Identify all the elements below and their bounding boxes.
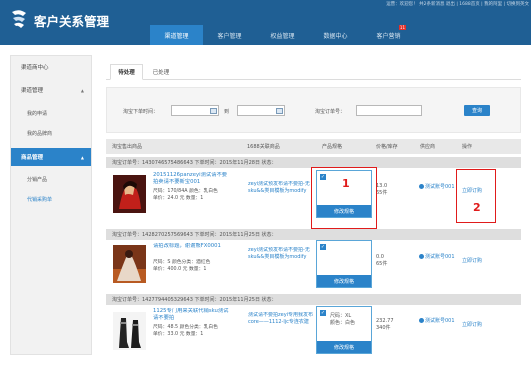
sidebar-item-center[interactable]: 渠道商中心: [11, 58, 91, 76]
supplier-link[interactable]: 测试账号001: [419, 318, 455, 325]
checkbox-checked-icon[interactable]: ✓: [320, 310, 326, 316]
product-title-link[interactable]: 20151126panzeyi测试请不要拍卖请不要新宝001: [153, 172, 231, 186]
price-value: 0.0: [376, 254, 384, 260]
collapse-arrow-icon: ▲: [80, 87, 84, 93]
collapse-arrow-icon: ▲: [80, 154, 84, 160]
checkbox-checked-icon[interactable]: ✓: [320, 244, 326, 250]
column-header-1688-item: 1688关联商品: [247, 144, 280, 150]
sidebar-section-channel[interactable]: 渠道管理 ▲: [11, 81, 91, 99]
product-title-link[interactable]: 请拍改标题，谢谢熊FX0001: [153, 243, 231, 257]
product-image[interactable]: [113, 312, 146, 350]
stock-value: 65件: [376, 190, 388, 196]
product-size: 尺码：48.5 颜色分类：乳白色: [153, 325, 218, 330]
order-now-link[interactable]: 立即订购: [462, 257, 482, 264]
supplier-link[interactable]: 测试账号001: [419, 254, 455, 261]
price-value: 232.77: [376, 318, 394, 324]
annotation-number-2: 2: [473, 201, 481, 214]
order-number-label: 淘宝订单号：: [315, 109, 346, 115]
end-date-input[interactable]: [237, 105, 285, 116]
nav-item-data-center[interactable]: 数据中心: [309, 25, 362, 45]
sidebar-item-my-apply[interactable]: 我的申请: [11, 106, 91, 120]
filter-panel: 淘宝下单时间： 到 淘宝订单号： 查询: [106, 87, 521, 133]
order-row: 淘宝订单号：1428270257569643 下单时间：2015年11月25日 …: [106, 229, 521, 289]
linked-1688-product-link[interactable]: zeyi测试预发布请不要拍-无sku&&类目模板为modify: [248, 181, 316, 209]
product-unit-price: 单价：400.0 元 数量：1: [153, 267, 207, 272]
modify-spec-button[interactable]: 修改规格: [317, 275, 371, 287]
supplier-icon: [419, 184, 424, 189]
stock-value: 65件: [376, 261, 388, 267]
tab-pending[interactable]: 待处理: [110, 64, 143, 80]
calendar-icon[interactable]: [276, 108, 283, 114]
tab-bar: 待处理 已处理: [106, 64, 521, 80]
order-number-input[interactable]: [356, 105, 422, 116]
sidebar-item-distribution[interactable]: 分销产品: [11, 172, 91, 186]
order-row: 淘宝订单号：1427794405329643 下单时间：2015年11月25日 …: [106, 294, 521, 357]
annotation-box-order: [456, 169, 496, 223]
column-header-spec: 产品规格: [322, 144, 343, 150]
product-unit-price: 单价：33.0 元 数量：1: [153, 332, 204, 337]
nav-item-channel[interactable]: 渠道管理: [150, 25, 203, 45]
column-header-supplier: 供应商: [420, 144, 436, 150]
annotation-number-1: 1: [342, 177, 350, 190]
to-label: 到: [224, 109, 230, 115]
marketing-badge: 11: [398, 25, 406, 30]
product-image[interactable]: [113, 245, 146, 283]
query-button[interactable]: 查询: [464, 105, 490, 116]
column-header-price-stock: 价格/库存: [376, 144, 398, 150]
sidebar: 渠道商中心 渠道管理 ▲ 我的申请 我的品牌商 商品管理 ▲ 分销产品 代销采购单: [10, 55, 92, 355]
table-header: 淘宝售出商品 1688关联商品 产品规格 价格/库存 供应商 操作: [106, 139, 521, 154]
calendar-icon[interactable]: [210, 108, 217, 114]
sidebar-item-my-brands[interactable]: 我的品牌商: [11, 126, 91, 140]
price-value: 13.0: [376, 183, 388, 189]
product-title-link[interactable]: 1125专门用来关联代销sku测试请不要拍: [153, 308, 231, 322]
supplier-icon: [419, 254, 424, 259]
linked-1688-product-link[interactable]: 测试请不要拍zeyi专用我发布core——1112-ljc专连农建: [248, 312, 316, 340]
column-header-action: 操作: [462, 144, 473, 150]
app-logo-icon: [12, 10, 26, 28]
main-nav: 渠道管理 客户管理 权益管理 数据中心 客户营销 11: [150, 25, 415, 45]
product-size: 尺码：S 颜色分类：酒红色: [153, 260, 211, 265]
stock-value: 340件: [376, 325, 391, 331]
order-now-link[interactable]: 立即订购: [462, 321, 482, 328]
modify-spec-button[interactable]: 修改规格: [317, 341, 371, 353]
order-header: 淘宝订单号：1428270257569643 下单时间：2015年11月25日 …: [106, 229, 521, 240]
product-size: 尺码：170/84A 颜色：乳白色: [153, 189, 218, 194]
top-user-info[interactable]: 运营：欢迎您！ 共2条新消息 退出 | 1688首页 | 我的阿里 | 切换到英…: [295, 1, 529, 7]
nav-item-customer[interactable]: 客户管理: [203, 25, 256, 45]
order-time-label: 淘宝下单时间：: [123, 109, 159, 115]
tab-processed[interactable]: 已处理: [146, 64, 176, 80]
main-content: 待处理 已处理 淘宝下单时间： 到 淘宝订单号： 查询 淘宝售出商品 1688关…: [106, 57, 521, 357]
product-image[interactable]: [113, 175, 146, 213]
supplier-icon: [419, 318, 424, 323]
linked-1688-product-link[interactable]: zeyi测试预发布请不要拍-无sku&&类目模板为modify: [248, 247, 316, 275]
nav-item-marketing[interactable]: 客户营销 11: [362, 25, 415, 45]
spec-panel: ✓ 修改规格: [316, 240, 372, 288]
start-date-input[interactable]: [171, 105, 219, 116]
sidebar-section-product[interactable]: 商品管理 ▲: [11, 148, 91, 166]
top-bar: 客户关系管理 运营：欢迎您！ 共2条新消息 退出 | 1688首页 | 我的阿里…: [0, 0, 531, 45]
spec-panel: ✓ 尺码：XL 颜色：白色 修改规格: [316, 306, 372, 354]
spec-detail: 尺码：XL 颜色：白色: [330, 313, 355, 327]
product-unit-price: 单价：24.0 元 数量：1: [153, 196, 204, 201]
supplier-link[interactable]: 测试账号001: [419, 184, 455, 191]
app-title: 客户关系管理: [34, 14, 110, 29]
column-header-taobao-item: 淘宝售出商品: [112, 144, 143, 150]
sidebar-item-consign-orders[interactable]: 代销采购单: [11, 192, 91, 206]
nav-item-rights[interactable]: 权益管理: [256, 25, 309, 45]
spec-size: 尺码：XL 颜色：白色: [330, 313, 356, 326]
order-header: 淘宝订单号：1427794405329643 下单时间：2015年11月25日 …: [106, 294, 521, 305]
